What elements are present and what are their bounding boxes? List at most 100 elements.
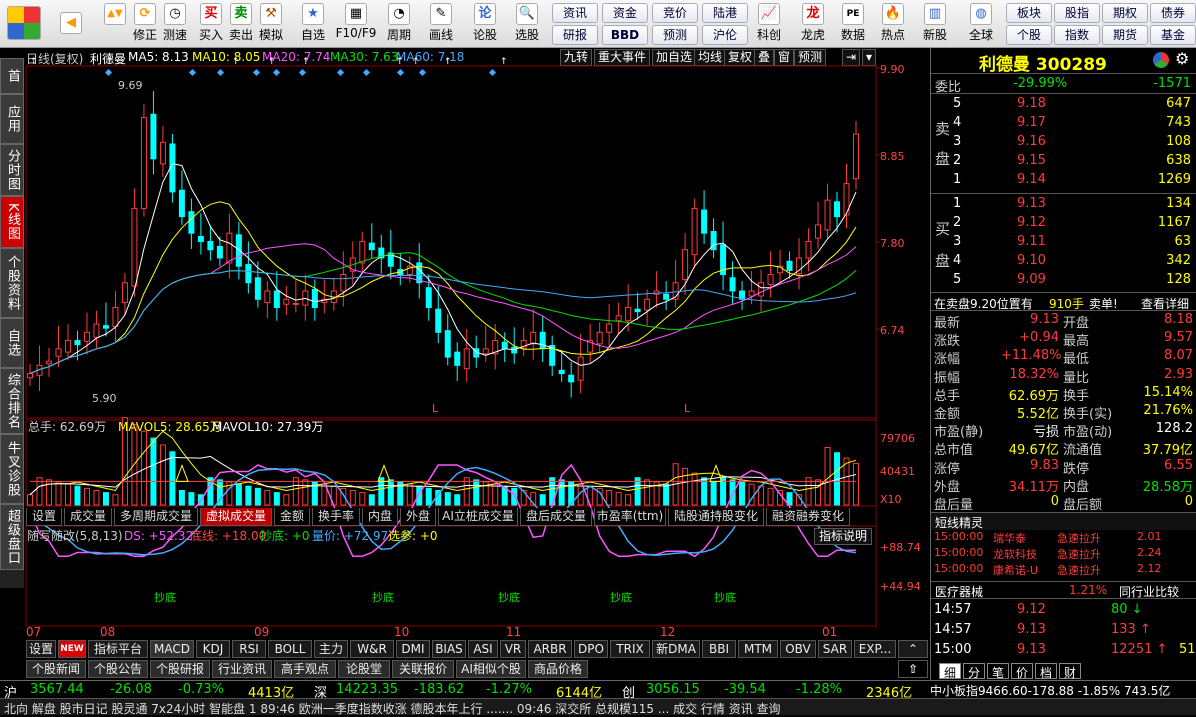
tab-expert-view[interactable]: 高手观点: [274, 660, 336, 678]
arrow-mark: ↑: [412, 57, 420, 67]
arrow-mark: ↑: [30, 57, 38, 67]
stat-value: 18.32%: [1009, 366, 1059, 382]
expand-up-icon[interactable]: ⇧: [898, 660, 928, 678]
tab-detail[interactable]: 细: [939, 663, 961, 680]
color-wheel-icon[interactable]: [1153, 52, 1169, 68]
tab-dpo[interactable]: DPO: [574, 640, 608, 658]
tab-outer[interactable]: 外盘: [400, 508, 436, 526]
tab-sar[interactable]: SAR: [818, 640, 852, 658]
sme-index: 中小板指9466.60-178.88 -1.85% 743.5亿: [930, 684, 1171, 698]
tab-amount[interactable]: 金额: [274, 508, 310, 526]
tab-turnover[interactable]: 换手率: [312, 508, 360, 526]
mavol10: MAVOL10: 27.39万: [212, 420, 323, 434]
industry-compare-button[interactable]: 同行业比较: [1119, 583, 1179, 600]
tab-after-volume[interactable]: 盘后成交量: [520, 508, 592, 526]
tab-arbr[interactable]: ARBR: [528, 640, 572, 658]
tab-industry-news[interactable]: 行业资讯: [212, 660, 272, 678]
tab-related-quote[interactable]: 关联报价: [392, 660, 454, 678]
tab-inner[interactable]: 内盘: [362, 508, 398, 526]
buy-row: 1 9.13 134: [931, 196, 1196, 214]
tab-ai-volume[interactable]: AI立桩成交量: [438, 508, 518, 526]
tab-stock-news[interactable]: 个股新闻: [26, 660, 86, 678]
tab-mtm[interactable]: MTM: [738, 640, 778, 658]
tab-main-force[interactable]: 主力: [314, 640, 348, 658]
tab-obv[interactable]: OBV: [780, 640, 816, 658]
level: 1: [953, 172, 962, 187]
tab-pe-ttm[interactable]: 市盈率(ttm): [594, 508, 666, 526]
candle-body: [264, 290, 271, 304]
tab-exp[interactable]: EXP...: [854, 640, 896, 658]
tab-dmi[interactable]: DMI: [396, 640, 430, 658]
notice-text: 在卖盘9.20位置有: [934, 297, 1033, 311]
tab-volume[interactable]: 成交量: [64, 508, 112, 526]
l-mark: L: [432, 402, 439, 415]
stock: 康希诺-U: [993, 564, 1039, 577]
tab-stock-research[interactable]: 个股研报: [150, 660, 210, 678]
tab-ai-similar[interactable]: AI相似个股: [456, 660, 526, 678]
tab-dma[interactable]: 新DMA: [652, 640, 700, 658]
tab-finance[interactable]: 财: [1059, 663, 1081, 680]
tab-minute[interactable]: 分: [963, 663, 985, 680]
sell-row: 5 9.18 647: [931, 96, 1196, 114]
tab-wr[interactable]: W&R: [350, 640, 394, 658]
sell-row: 1 9.14 1269: [931, 172, 1196, 190]
tab-bbi[interactable]: BBI: [702, 640, 736, 658]
order-notice[interactable]: 在卖盘9.20位置有 910手 卖单! 查看详细: [931, 292, 1196, 311]
tab-asi[interactable]: ASI: [468, 640, 498, 658]
volume-bar: [444, 492, 451, 506]
candle-body: [178, 189, 185, 218]
tab-announce[interactable]: 个股公告: [88, 660, 148, 678]
candle-body: [235, 234, 242, 267]
tab-trades[interactable]: 笔: [987, 663, 1009, 680]
stat-value: 28.58万: [1142, 479, 1193, 495]
volume-bar: [824, 446, 831, 506]
x-tick: 08: [100, 625, 115, 639]
notice-volume: 910手: [1049, 297, 1084, 311]
level: 5: [953, 272, 962, 287]
stat-value: 2.93: [1164, 366, 1193, 382]
candle-body: [558, 369, 565, 375]
arrow-mark: ↑: [232, 57, 240, 67]
stat-value: 9.13: [1030, 312, 1059, 327]
volume-bar: [283, 494, 290, 506]
gear-icon[interactable]: ⚙: [1175, 49, 1189, 68]
stat-label: 换手: [1063, 388, 1090, 404]
tab-virtual-volume[interactable]: 虚拟成交量: [200, 508, 272, 526]
volume-bar: [473, 479, 480, 506]
chevron-up-icon[interactable]: ⌃: [898, 640, 928, 658]
tab-margin[interactable]: 融资融券变化: [766, 508, 850, 526]
volume-bar: [188, 492, 195, 506]
stat-label: 涨停: [934, 461, 961, 477]
event-diamond: [362, 68, 371, 77]
tab-trix[interactable]: TRIX: [610, 640, 650, 658]
cy-index: 3056.15: [646, 682, 700, 697]
price: 9.14: [1017, 172, 1046, 187]
candle-body: [74, 340, 81, 346]
tab-northbound[interactable]: 陆股通持股变化: [668, 508, 764, 526]
tab-settings[interactable]: 设置: [26, 508, 62, 526]
volume-bar: [644, 479, 651, 506]
volume: 647: [1166, 96, 1191, 111]
tab-kdj[interactable]: KDJ: [196, 640, 230, 658]
stat-value: 0: [1184, 494, 1193, 509]
candle-body: [159, 141, 166, 165]
tab-ind-platform[interactable]: 指标平台: [88, 640, 148, 658]
event-diamond: [336, 68, 345, 77]
tab-vr[interactable]: VR: [500, 640, 526, 658]
tab-boll[interactable]: BOLL: [268, 640, 312, 658]
tab-ind-settings[interactable]: 设置: [26, 640, 56, 658]
tab-bias[interactable]: BIAS: [432, 640, 466, 658]
level: 3: [953, 234, 962, 249]
tab-commodity[interactable]: 商品价格: [528, 660, 588, 678]
tab-rsi[interactable]: RSI: [232, 640, 266, 658]
tab-forum-hall[interactable]: 论股堂: [338, 660, 390, 678]
tab-price[interactable]: 价: [1011, 663, 1033, 680]
notice-detail-link[interactable]: 查看详细: [1141, 295, 1189, 312]
tab-level[interactable]: 档: [1035, 663, 1057, 680]
indicator-explain-button[interactable]: 指标说明: [814, 528, 873, 545]
tab-macd[interactable]: MACD: [150, 640, 194, 658]
volume-bar: [349, 489, 356, 506]
stat-label: 量比: [1063, 370, 1090, 386]
tab-multi-volume[interactable]: 多周期成交量: [114, 508, 198, 526]
stat-row: 市盈(静) 亏损 市盈(动) 128.2: [931, 421, 1196, 440]
